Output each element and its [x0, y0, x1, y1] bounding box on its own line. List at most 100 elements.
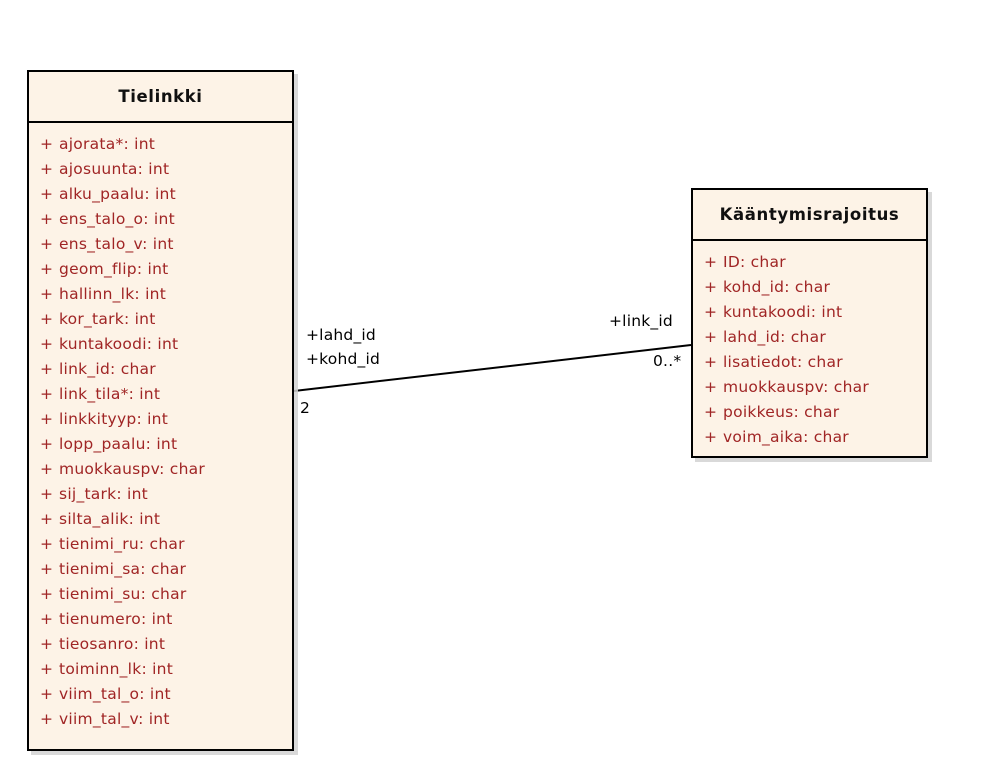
- attribute-signature: link_id: char: [59, 360, 156, 378]
- attribute-row: + ens_talo_v: int: [29, 232, 292, 257]
- association-source-role-lahd-id: +lahd_id: [306, 326, 376, 344]
- attribute-visibility: +: [40, 710, 53, 728]
- attribute-signature: ens_talo_v: int: [59, 235, 174, 253]
- attribute-signature: muokkauspv: char: [59, 460, 206, 478]
- attribute-visibility: +: [40, 485, 53, 503]
- attribute-row: + kuntakoodi: int: [693, 300, 926, 325]
- attribute-visibility: +: [40, 460, 53, 478]
- attribute-list-tielinkki: + ajorata*: int + ajosuunta: int + alku_paalu…: [29, 123, 292, 742]
- attribute-visibility: +: [40, 410, 53, 428]
- attribute-signature: kohd_id: char: [723, 278, 831, 296]
- attribute-signature: hallinn_lk: int: [59, 285, 167, 303]
- attribute-signature: lisatiedot: char: [723, 353, 843, 371]
- attribute-visibility: +: [40, 685, 53, 703]
- attribute-visibility: +: [40, 560, 53, 578]
- attribute-signature: ens_talo_o: int: [59, 210, 175, 228]
- attribute-row: + ID: char: [693, 250, 926, 275]
- attribute-row: + kor_tark: int: [29, 307, 292, 332]
- attribute-visibility: +: [40, 335, 53, 353]
- association-target-multiplicity: 0..*: [653, 352, 682, 370]
- attribute-signature: sij_tark: int: [59, 485, 148, 503]
- association-source-role-kohd-id: +kohd_id: [306, 350, 381, 368]
- attribute-signature: kuntakoodi: int: [59, 335, 179, 353]
- attribute-visibility: +: [704, 303, 717, 321]
- attribute-row: + viim_tal_o: int: [29, 682, 292, 707]
- attribute-row: + linkkityyp: int: [29, 407, 292, 432]
- attribute-row: + toiminn_lk: int: [29, 657, 292, 682]
- attribute-row: + sij_tark: int: [29, 482, 292, 507]
- attribute-signature: linkkityyp: int: [59, 410, 169, 428]
- attribute-visibility: +: [40, 210, 53, 228]
- attribute-row: + tienimi_ru: char: [29, 532, 292, 557]
- attribute-row: + kuntakoodi: int: [29, 332, 292, 357]
- diagram-canvas: +lahd_id +kohd_id 2 +link_id 0..* Tielin…: [0, 0, 997, 780]
- attribute-row: + kohd_id: char: [693, 275, 926, 300]
- attribute-row: + link_tila*: int: [29, 382, 292, 407]
- attribute-row: + alku_paalu: int: [29, 182, 292, 207]
- attribute-signature: geom_flip: int: [59, 260, 169, 278]
- association-target-role-link-id: +link_id: [609, 312, 673, 330]
- attribute-visibility: +: [40, 510, 53, 528]
- attribute-signature: tienumero: int: [59, 610, 173, 628]
- attribute-signature: poikkeus: char: [723, 403, 840, 421]
- class-name-tielinkki: Tielinkki: [29, 72, 292, 123]
- attribute-signature: link_tila*: int: [59, 385, 161, 403]
- attribute-signature: viim_tal_v: int: [59, 710, 170, 728]
- attribute-visibility: +: [704, 328, 717, 346]
- attribute-signature: viim_tal_o: int: [59, 685, 171, 703]
- attribute-signature: tienimi_su: char: [59, 585, 187, 603]
- class-box-kaantymisrajoitus[interactable]: Kääntymisrajoitus + ID: char + kohd_id: cha…: [691, 188, 928, 458]
- attribute-visibility: +: [40, 660, 53, 678]
- attribute-visibility: +: [704, 278, 717, 296]
- attribute-row: + tienimi_sa: char: [29, 557, 292, 582]
- attribute-signature: silta_alik: int: [59, 510, 161, 528]
- attribute-visibility: +: [40, 435, 53, 453]
- attribute-row: + tienumero: int: [29, 607, 292, 632]
- attribute-row: + link_id: char: [29, 357, 292, 382]
- attribute-visibility: +: [704, 428, 717, 446]
- attribute-visibility: +: [704, 378, 717, 396]
- attribute-signature: lahd_id: char: [723, 328, 826, 346]
- attribute-visibility: +: [704, 403, 717, 421]
- class-box-tielinkki[interactable]: Tielinkki + ajorata*: int + ajosuunta: int +…: [27, 70, 294, 751]
- attribute-signature: tienimi_ru: char: [59, 535, 185, 553]
- attribute-signature: toiminn_lk: int: [59, 660, 174, 678]
- attribute-signature: tieosanro: int: [59, 635, 166, 653]
- attribute-signature: lopp_paalu: int: [59, 435, 178, 453]
- attribute-visibility: +: [40, 185, 53, 203]
- class-name-kaantymisrajoitus: Kääntymisrajoitus: [693, 190, 926, 241]
- attribute-signature: alku_paalu: int: [59, 185, 176, 203]
- attribute-visibility: +: [40, 235, 53, 253]
- attribute-row: + ajosuunta: int: [29, 157, 292, 182]
- attribute-visibility: +: [40, 385, 53, 403]
- attribute-row: + tieosanro: int: [29, 632, 292, 657]
- attribute-visibility: +: [40, 285, 53, 303]
- attribute-signature: ajosuunta: int: [59, 160, 170, 178]
- attribute-signature: tienimi_sa: char: [59, 560, 187, 578]
- attribute-visibility: +: [40, 535, 53, 553]
- attribute-row: + silta_alik: int: [29, 507, 292, 532]
- attribute-visibility: +: [40, 260, 53, 278]
- attribute-signature: ajorata*: int: [59, 135, 156, 153]
- attribute-list-kaantymisrajoitus: + ID: char + kohd_id: char + kuntakoodi: int +…: [693, 241, 926, 460]
- attribute-row: + voim_aika: char: [693, 425, 926, 450]
- attribute-visibility: +: [40, 135, 53, 153]
- attribute-row: + tienimi_su: char: [29, 582, 292, 607]
- attribute-visibility: +: [40, 360, 53, 378]
- attribute-row: + ens_talo_o: int: [29, 207, 292, 232]
- attribute-visibility: +: [704, 353, 717, 371]
- attribute-row: + geom_flip: int: [29, 257, 292, 282]
- attribute-visibility: +: [40, 635, 53, 653]
- attribute-row: + muokkauspv: char: [693, 375, 926, 400]
- attribute-row: + viim_tal_v: int: [29, 707, 292, 732]
- attribute-signature: voim_aika: char: [723, 428, 849, 446]
- attribute-row: + lisatiedot: char: [693, 350, 926, 375]
- association-source-multiplicity: 2: [300, 399, 311, 417]
- attribute-signature: muokkauspv: char: [723, 378, 870, 396]
- attribute-visibility: +: [704, 253, 717, 271]
- attribute-signature: kor_tark: int: [59, 310, 156, 328]
- attribute-row: + muokkauspv: char: [29, 457, 292, 482]
- attribute-row: + poikkeus: char: [693, 400, 926, 425]
- attribute-signature: ID: char: [723, 253, 786, 271]
- attribute-row: + ajorata*: int: [29, 132, 292, 157]
